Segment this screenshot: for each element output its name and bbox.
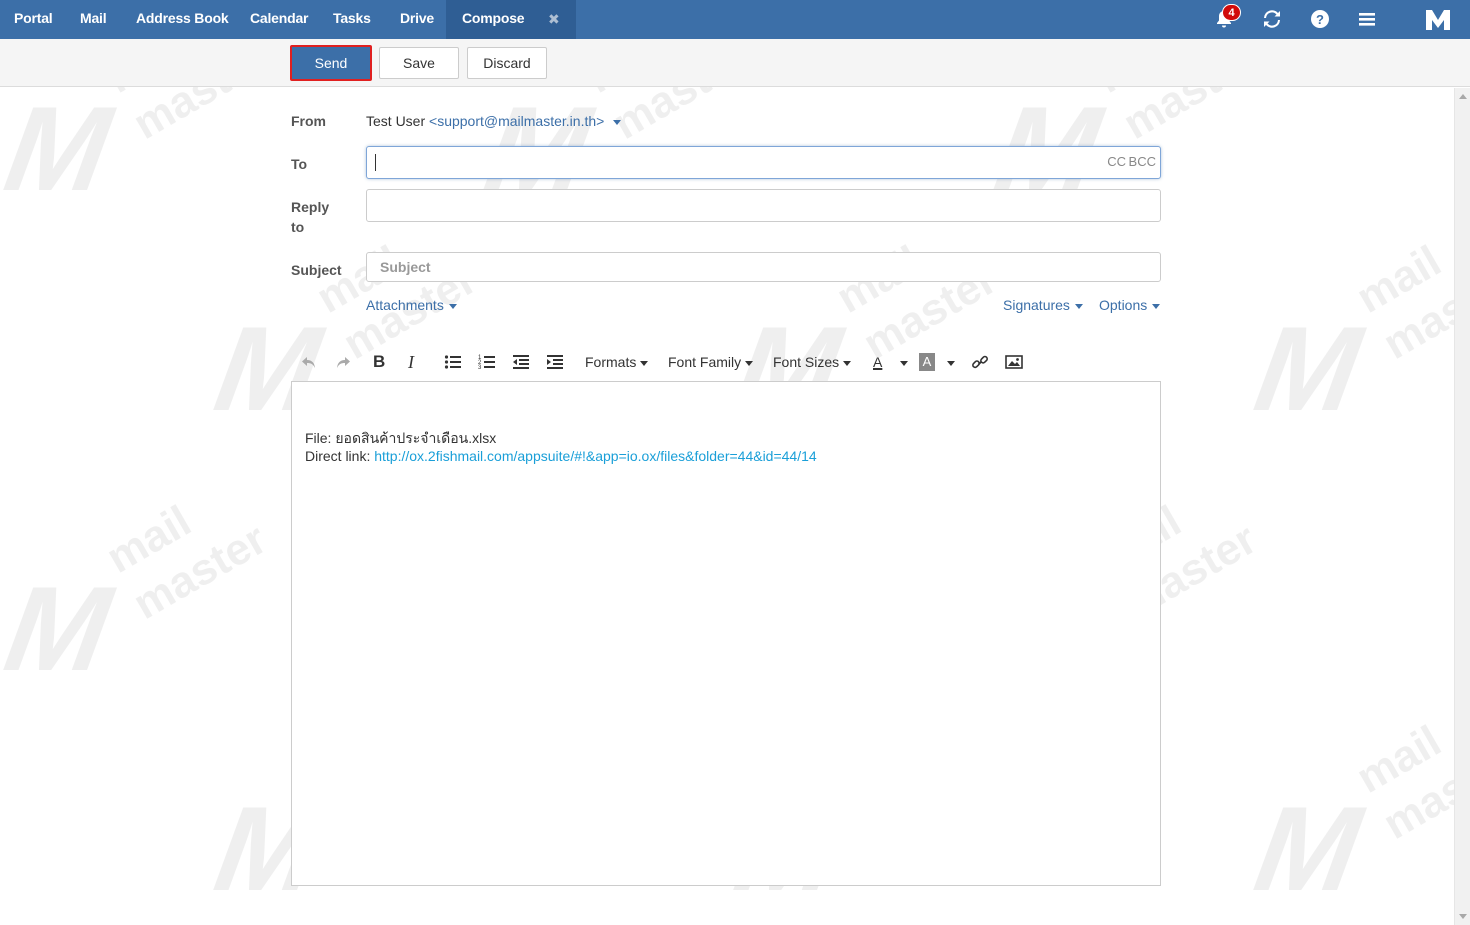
chevron-down-icon [843, 360, 852, 366]
formats-dropdown[interactable]: Formats [585, 351, 649, 373]
reply-to-label-2: to [291, 219, 305, 235]
help-icon[interactable]: ? [1309, 8, 1331, 30]
tab-portal[interactable]: Portal [14, 0, 53, 39]
options-dropdown[interactable]: Options [1099, 297, 1161, 313]
chevron-down-icon [745, 360, 754, 366]
undo-icon[interactable] [300, 351, 318, 373]
outdent-icon[interactable] [512, 351, 530, 373]
font-family-dropdown[interactable]: Font Family [668, 351, 754, 373]
scroll-down-icon[interactable] [1459, 914, 1467, 919]
menu-icon[interactable] [1356, 8, 1378, 30]
subject-placeholder: Subject [380, 259, 431, 275]
tab-mail[interactable]: Mail [80, 0, 107, 39]
to-input[interactable]: CC BCC [366, 146, 1161, 179]
watermark-text: master [125, 514, 275, 629]
italic-icon[interactable]: I [408, 351, 414, 373]
font-family-label: Font Family [668, 354, 742, 370]
top-nav-bar: Portal Mail Address Book Calendar Tasks … [0, 0, 1470, 39]
subject-input[interactable]: Subject [366, 252, 1161, 282]
tab-tasks[interactable]: Tasks [333, 0, 371, 39]
message-editor[interactable]: File: ยอดสินค้าประจำเดือน.xlsx Direct li… [291, 381, 1161, 886]
bold-icon[interactable]: B [373, 351, 385, 373]
tab-drive[interactable]: Drive [400, 0, 434, 39]
background-color-icon[interactable]: A [919, 353, 935, 371]
save-button[interactable]: Save [379, 47, 459, 79]
image-icon[interactable] [1005, 351, 1023, 373]
background-color-dropdown[interactable] [942, 351, 955, 373]
font-sizes-label: Font Sizes [773, 354, 840, 370]
watermark-logo-icon: M [0, 562, 135, 696]
chevron-down-icon [900, 360, 908, 366]
chevron-down-icon [640, 360, 649, 366]
send-button[interactable]: Send [290, 45, 372, 81]
refresh-icon[interactable] [1261, 8, 1283, 30]
font-sizes-dropdown[interactable]: Font Sizes [773, 351, 852, 373]
attachment-file-line: File: ยอดสินค้าประจำเดือน.xlsx [305, 430, 497, 446]
svg-text:3: 3 [478, 365, 482, 371]
font-color-icon[interactable]: A [873, 351, 882, 373]
tab-compose-label: Compose [462, 10, 525, 26]
compose-toolbar: Send Save Discard [0, 39, 1470, 87]
reply-to-label: Reply [291, 199, 330, 215]
chevron-down-icon [1152, 303, 1161, 309]
close-icon[interactable]: ✖ [548, 11, 560, 28]
scrollbar[interactable] [1454, 88, 1470, 925]
from-label: From [291, 113, 326, 129]
signatures-dropdown[interactable]: Signatures [1003, 297, 1083, 313]
tab-calendar[interactable]: Calendar [250, 0, 309, 39]
link-icon[interactable] [971, 351, 989, 373]
from-name: Test User [366, 113, 426, 129]
numbered-list-icon[interactable]: 123 [478, 351, 496, 373]
bcc-link[interactable]: BCC [1129, 154, 1156, 169]
watermark: M mail master [0, 496, 275, 696]
direct-link-label: Direct link: [305, 448, 375, 464]
redo-icon[interactable] [334, 351, 352, 373]
watermark-logo-icon: M [1235, 302, 1385, 436]
options-label: Options [1099, 297, 1148, 313]
signatures-label: Signatures [1003, 297, 1070, 313]
watermark: M mail master [1236, 236, 1470, 436]
from-field[interactable]: Test User <support@mailmaster.in.th> [366, 113, 622, 129]
tab-address-book[interactable]: Address Book [136, 0, 229, 39]
indent-icon[interactable] [546, 351, 564, 373]
attachments-label: Attachments [366, 297, 444, 313]
notification-badge: 4 [1222, 4, 1241, 21]
svg-text:?: ? [1316, 12, 1324, 27]
discard-button[interactable]: Discard [467, 47, 547, 79]
watermark-logo-icon: M [1235, 782, 1385, 916]
watermark-text: mail [98, 496, 200, 583]
font-color-dropdown[interactable] [895, 351, 908, 373]
chevron-down-icon [947, 360, 955, 366]
subject-label: Subject [291, 262, 342, 278]
direct-link-url[interactable]: http://ox.2fishmail.com/appsuite/#!&app=… [374, 448, 816, 464]
chevron-down-icon [448, 303, 457, 309]
watermark-logo-icon: M [0, 82, 135, 216]
attachments-dropdown[interactable]: Attachments [366, 297, 457, 313]
cc-link[interactable]: CC [1107, 154, 1126, 169]
formats-label: Formats [585, 354, 637, 370]
chevron-down-icon[interactable] [613, 119, 622, 125]
chevron-down-icon [1074, 303, 1083, 309]
watermark-text: mail [1348, 716, 1450, 803]
watermark-text: mail [1348, 236, 1450, 323]
direct-link-line: Direct link: http://ox.2fishmail.com/app… [305, 448, 817, 464]
from-email[interactable]: <support@mailmaster.in.th> [429, 113, 604, 129]
scroll-up-icon[interactable] [1459, 94, 1467, 99]
reply-to-input[interactable] [366, 189, 1161, 222]
logo-icon[interactable] [1424, 6, 1452, 32]
text-caret [375, 154, 376, 171]
watermark: M mail master [1236, 716, 1470, 916]
to-label: To [291, 156, 308, 172]
bullet-list-icon[interactable] [444, 351, 462, 373]
